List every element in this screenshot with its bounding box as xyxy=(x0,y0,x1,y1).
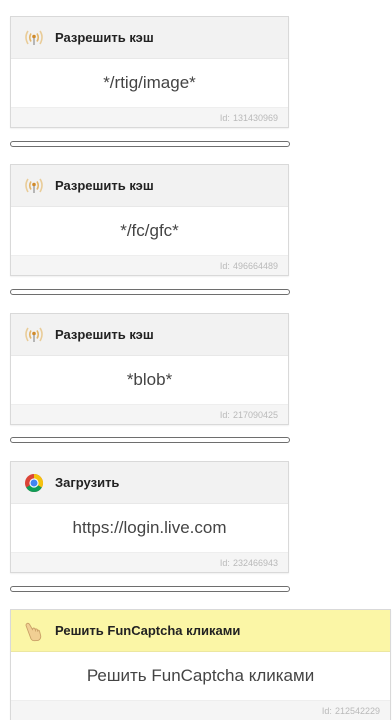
id-label: Id: xyxy=(321,705,332,716)
block-connector[interactable] xyxy=(10,289,290,295)
block-title: Решить FunCaptcha кликами xyxy=(55,623,241,638)
id-value: 131430969 xyxy=(232,112,278,123)
block-content: *blob* xyxy=(11,356,288,404)
id-value: 232466943 xyxy=(232,557,278,568)
block-id: Id: 131430969 xyxy=(11,107,288,127)
block-id: Id: 232466943 xyxy=(11,552,288,572)
block-connector[interactable] xyxy=(10,141,290,147)
id-label: Id: xyxy=(219,557,230,568)
id-label: Id: xyxy=(219,409,230,420)
block-id: Id: 212542229 xyxy=(11,700,390,720)
block-content: */fc/gfc* xyxy=(11,207,288,255)
block-header: Решить FunCaptcha кликами xyxy=(11,610,390,652)
block-content: */rtig/image* xyxy=(11,59,288,107)
block-content: https://login.live.com xyxy=(11,504,288,552)
id-value: 496664489 xyxy=(232,260,278,271)
action-block-allow-cache-3[interactable]: Разрешить кэш *blob* Id: 217090425 xyxy=(10,313,289,425)
block-title: Разрешить кэш xyxy=(55,30,154,45)
block-header: Загрузить xyxy=(11,462,288,504)
id-value: 212542229 xyxy=(334,705,380,716)
id-label: Id: xyxy=(219,112,230,123)
signal-antenna-icon xyxy=(23,175,45,197)
block-title: Разрешить кэш xyxy=(55,327,154,342)
id-value: 217090425 xyxy=(232,409,278,420)
id-label: Id: xyxy=(219,260,230,271)
block-id: Id: 217090425 xyxy=(11,404,288,424)
chrome-icon xyxy=(23,472,45,494)
block-title: Загрузить xyxy=(55,475,120,490)
block-connector[interactable] xyxy=(10,586,290,592)
action-block-load[interactable]: Загрузить https://login.live.com Id: 232… xyxy=(10,461,289,573)
block-connector[interactable] xyxy=(10,437,290,443)
block-header: Разрешить кэш xyxy=(11,165,288,207)
action-block-allow-cache-2[interactable]: Разрешить кэш */fc/gfc* Id: 496664489 xyxy=(10,164,289,276)
signal-antenna-icon xyxy=(23,324,45,346)
pointing-hand-icon xyxy=(23,620,45,642)
block-content: Решить FunCaptcha кликами xyxy=(11,652,390,700)
script-canvas: Разрешить кэш */rtig/image* Id: 13143096… xyxy=(0,0,392,720)
block-id: Id: 496664489 xyxy=(11,255,288,275)
action-block-solve-funcaptcha[interactable]: Решить FunCaptcha кликами Решить FunCapt… xyxy=(10,609,391,720)
action-block-allow-cache-1[interactable]: Разрешить кэш */rtig/image* Id: 13143096… xyxy=(10,16,289,128)
signal-antenna-icon xyxy=(23,27,45,49)
block-title: Разрешить кэш xyxy=(55,178,154,193)
block-header: Разрешить кэш xyxy=(11,17,288,59)
block-header: Разрешить кэш xyxy=(11,314,288,356)
